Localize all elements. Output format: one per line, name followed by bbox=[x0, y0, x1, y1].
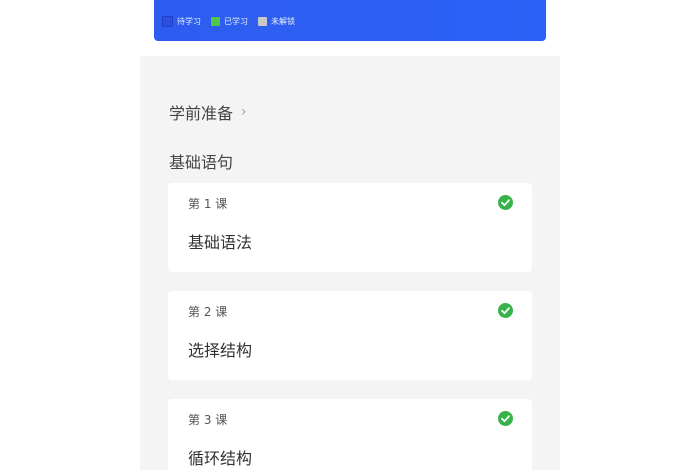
legend-label-learned: 已学习 bbox=[224, 17, 248, 26]
check-circle-icon bbox=[498, 303, 513, 318]
chevron-right-icon: › bbox=[241, 104, 247, 120]
lesson-name: 基础语法 bbox=[188, 233, 253, 252]
lesson-number: 第 1 课 bbox=[188, 197, 228, 211]
section-title: 基础语句 bbox=[169, 153, 234, 172]
lesson-card-2[interactable]: 第 2 课 选择结构 bbox=[168, 291, 532, 380]
lesson-number: 第 2 课 bbox=[188, 305, 228, 319]
course-panel: 学前准备 › 基础语句 第 1 课 基础语法 第 2 课 选择结构 第 3 课 … bbox=[140, 56, 560, 470]
check-circle-icon bbox=[498, 411, 513, 426]
status-legend: 待学习 已学习 未解锁 bbox=[162, 16, 295, 27]
legend-label-pending: 待学习 bbox=[177, 17, 201, 26]
check-circle-icon bbox=[498, 195, 513, 210]
legend-item-learned: 已学习 bbox=[211, 16, 248, 27]
page: 待学习 已学习 未解锁 学前准备 › 基础语句 第 1 课 基础语法 第 2 课… bbox=[0, 0, 700, 470]
legend-swatch-pending bbox=[162, 16, 173, 27]
lesson-name: 循环结构 bbox=[188, 449, 253, 468]
pre-study-label: 学前准备 bbox=[169, 104, 234, 123]
lesson-number: 第 3 课 bbox=[188, 413, 228, 427]
legend-swatch-learned bbox=[211, 17, 220, 26]
lesson-name: 选择结构 bbox=[188, 341, 253, 360]
pre-study-link[interactable]: 学前准备 › bbox=[169, 100, 247, 124]
legend-swatch-locked bbox=[258, 17, 267, 26]
lesson-card-1[interactable]: 第 1 课 基础语法 bbox=[168, 183, 532, 272]
lesson-card-3[interactable]: 第 3 课 循环结构 bbox=[168, 399, 532, 470]
legend-item-pending: 待学习 bbox=[162, 16, 201, 27]
legend-item-locked: 未解锁 bbox=[258, 16, 295, 27]
top-banner: 待学习 已学习 未解锁 bbox=[154, 0, 546, 41]
legend-label-locked: 未解锁 bbox=[271, 17, 295, 26]
